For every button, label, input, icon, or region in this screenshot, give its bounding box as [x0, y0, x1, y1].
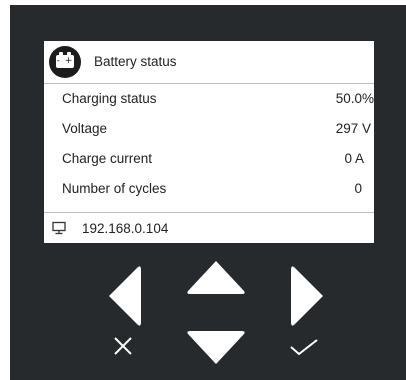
status-row-charging: Charging status 50.0% [44, 84, 374, 114]
row-label: Charge current [62, 151, 153, 166]
row-value: 0 [354, 181, 362, 196]
device-panel: - + Battery status Charging status 50.0%… [10, 5, 406, 380]
row-label: Voltage [62, 121, 108, 136]
monitor-icon [52, 221, 66, 235]
row-value: 50.0% [335, 91, 374, 106]
status-row-charge-current: Charge current 0 A [44, 144, 374, 174]
status-row-voltage: Voltage 297 V [44, 114, 374, 144]
up-arrow-button[interactable] [186, 259, 246, 295]
row-label: Charging status [62, 91, 157, 106]
page-title: Battery status [94, 54, 177, 69]
row-value: 297 V [335, 121, 371, 136]
display-screen: - + Battery status Charging status 50.0%… [44, 41, 374, 243]
status-header: - + Battery status [44, 41, 374, 84]
right-arrow-button[interactable] [289, 265, 327, 327]
left-arrow-button[interactable] [105, 265, 143, 327]
checkmark-icon[interactable] [289, 338, 319, 356]
down-arrow-button[interactable] [186, 330, 246, 366]
row-value: 0 A [344, 151, 364, 166]
network-footer: 192.168.0.104 [44, 212, 374, 244]
row-label: Number of cycles [62, 181, 167, 196]
battery-icon: - + [49, 46, 81, 78]
status-row-cycles: Number of cycles 0 [44, 174, 374, 204]
ip-address: 192.168.0.104 [82, 221, 169, 236]
x-cancel-icon[interactable] [113, 336, 133, 356]
